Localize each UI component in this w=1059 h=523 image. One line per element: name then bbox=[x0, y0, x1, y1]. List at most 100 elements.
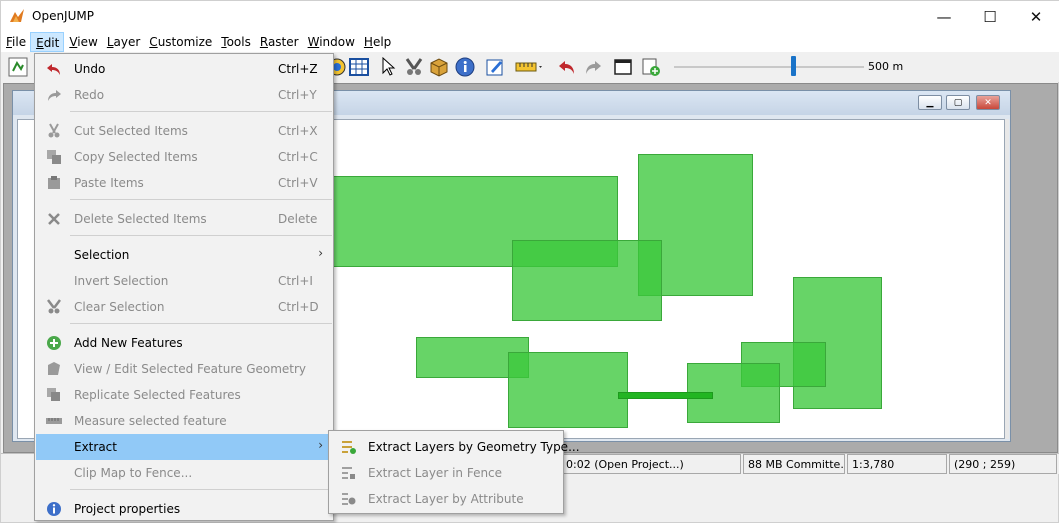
measure-ruler-icon[interactable] bbox=[515, 57, 545, 77]
menu-item-invert-selection[interactable]: Invert Selection Ctrl+I bbox=[36, 268, 333, 294]
edit-menu: Undo Ctrl+Z Redo Ctrl+Y Cut Selected Ite… bbox=[34, 53, 334, 521]
menu-separator bbox=[70, 111, 332, 112]
add-features-icon bbox=[46, 335, 62, 351]
cut-icon bbox=[46, 123, 62, 139]
paste-icon bbox=[46, 175, 62, 191]
menu-item-undo[interactable]: Undo Ctrl+Z bbox=[36, 56, 333, 82]
project-maximize-button[interactable]: ▢ bbox=[946, 95, 970, 110]
status-scale: 1:3,780 bbox=[847, 454, 947, 474]
menu-edit[interactable]: Edit bbox=[30, 32, 65, 52]
info-icon bbox=[46, 501, 62, 517]
menu-item-label: Add New Features bbox=[74, 336, 183, 350]
menu-item-label: Clear Selection bbox=[74, 300, 165, 314]
menu-view-label: iew bbox=[77, 35, 98, 49]
replicate-icon bbox=[46, 387, 62, 403]
menu-separator bbox=[70, 489, 332, 490]
menu-item-selection[interactable]: Selection › bbox=[36, 242, 333, 268]
menu-file[interactable]: File bbox=[1, 32, 30, 52]
menu-edit-mnemonic: E bbox=[36, 36, 44, 50]
menu-item-extract-by-geometry[interactable]: Extract Layers by Geometry Type... bbox=[330, 434, 580, 460]
extract-submenu: Extract Layers by Geometry Type... Extra… bbox=[328, 430, 580, 514]
menu-item-project-properties[interactable]: Project properties bbox=[36, 496, 333, 522]
menu-item-extract[interactable]: Extract › bbox=[36, 434, 333, 460]
close-button[interactable]: ✕ bbox=[1013, 1, 1059, 32]
menu-item-label: Project properties bbox=[74, 502, 181, 516]
menu-item-label: Redo bbox=[74, 88, 105, 102]
menu-view[interactable]: View bbox=[64, 32, 101, 52]
menu-separator bbox=[70, 323, 332, 324]
menu-item-add-new-features[interactable]: Add New Features bbox=[36, 330, 333, 356]
menu-item-extract-by-attribute[interactable]: Extract Layer by Attribute bbox=[330, 486, 563, 512]
menu-item-label: Extract Layers by Geometry Type... bbox=[368, 440, 580, 454]
menu-item-paste[interactable]: Paste Items Ctrl+V bbox=[36, 170, 333, 196]
menu-window-mnemonic: W bbox=[307, 35, 320, 49]
info-tool-icon[interactable] bbox=[455, 57, 475, 77]
menu-item-delete[interactable]: Delete Selected Items Delete bbox=[36, 206, 333, 232]
undo-icon bbox=[46, 61, 62, 77]
menu-item-extract-in-fence[interactable]: Extract Layer in Fence bbox=[330, 460, 563, 486]
menu-window[interactable]: Window bbox=[303, 32, 359, 52]
menu-item-view-edit-geometry[interactable]: View / Edit Selected Feature Geometry bbox=[36, 356, 333, 382]
menu-item-copy[interactable]: Copy Selected Items Ctrl+C bbox=[36, 144, 333, 170]
menu-layer[interactable]: Layer bbox=[102, 32, 144, 52]
map-feature-polygon[interactable] bbox=[512, 240, 662, 321]
redo-toolbar-icon[interactable] bbox=[583, 57, 603, 77]
menu-item-shortcut: Ctrl+V bbox=[278, 176, 318, 190]
menu-item-clip-map[interactable]: Clip Map to Fence... bbox=[36, 460, 333, 486]
title-bar: OpenJUMP — ☐ ✕ bbox=[1, 1, 1059, 32]
edit-note-icon[interactable] bbox=[485, 57, 505, 77]
menu-tools[interactable]: Tools bbox=[216, 32, 255, 52]
map-feature-line[interactable] bbox=[618, 392, 713, 399]
scale-slider-track[interactable] bbox=[674, 66, 864, 68]
maximize-button[interactable]: ☐ bbox=[967, 1, 1013, 32]
extract-attribute-icon bbox=[340, 491, 356, 507]
extract-geometry-icon bbox=[340, 439, 356, 455]
menu-raster-label: aster bbox=[267, 35, 299, 49]
map-canvas[interactable] bbox=[331, 119, 1005, 439]
package-icon[interactable] bbox=[429, 57, 449, 77]
menu-customize[interactable]: Customize bbox=[144, 32, 216, 52]
undo-toolbar-icon[interactable] bbox=[557, 57, 577, 77]
map-feature-polygon[interactable] bbox=[508, 352, 628, 428]
menu-layer-mnemonic: L bbox=[106, 35, 114, 49]
extract-fence-icon bbox=[340, 465, 356, 481]
new-project-icon[interactable] bbox=[8, 57, 28, 77]
project-minimize-button[interactable]: ▁ bbox=[918, 95, 942, 110]
menu-item-redo[interactable]: Redo Ctrl+Y bbox=[36, 82, 333, 108]
select-arrow-icon[interactable] bbox=[379, 57, 399, 77]
scale-slider-thumb[interactable] bbox=[791, 56, 796, 76]
menu-raster-mnemonic: R bbox=[259, 35, 268, 49]
menu-tools-label: ools bbox=[226, 35, 251, 49]
menu-window-label: indow bbox=[319, 35, 355, 49]
attribute-table-icon[interactable] bbox=[349, 57, 369, 77]
menu-item-label: Delete Selected Items bbox=[74, 212, 207, 226]
menu-item-label: Copy Selected Items bbox=[74, 150, 198, 164]
project-close-button[interactable]: ✕ bbox=[976, 95, 1000, 110]
menu-raster[interactable]: Raster bbox=[255, 32, 303, 52]
menu-customize-mnemonic: C bbox=[149, 35, 158, 49]
menu-item-cut[interactable]: Cut Selected Items Ctrl+X bbox=[36, 118, 333, 144]
menu-item-shortcut: Ctrl+I bbox=[278, 274, 313, 288]
menu-item-label: Paste Items bbox=[74, 176, 144, 190]
window-frame-icon[interactable] bbox=[613, 57, 633, 77]
menu-help-label: elp bbox=[372, 35, 392, 49]
add-wms-layer-icon[interactable] bbox=[641, 57, 661, 77]
menu-item-shortcut: Ctrl+D bbox=[278, 300, 319, 314]
window-title: OpenJUMP bbox=[32, 9, 94, 23]
measure-icon bbox=[46, 413, 62, 429]
scale-label: 500 m bbox=[868, 60, 904, 73]
cut-features-icon[interactable] bbox=[404, 57, 424, 77]
menu-layer-label: ayer bbox=[113, 35, 141, 49]
edit-geometry-icon bbox=[46, 361, 62, 377]
delete-icon bbox=[46, 211, 62, 227]
menu-item-shortcut: Ctrl+C bbox=[278, 150, 318, 164]
menu-help[interactable]: Help bbox=[359, 32, 395, 52]
minimize-button[interactable]: — bbox=[921, 1, 967, 32]
menu-item-clear-selection[interactable]: Clear Selection Ctrl+D bbox=[36, 294, 333, 320]
submenu-arrow-icon: › bbox=[318, 246, 323, 260]
menu-item-measure[interactable]: Measure selected feature bbox=[36, 408, 333, 434]
menu-item-replicate[interactable]: Replicate Selected Features bbox=[36, 382, 333, 408]
menu-separator bbox=[70, 199, 332, 200]
menu-edit-label: dit bbox=[43, 36, 60, 50]
map-scrollbar[interactable] bbox=[1005, 119, 1009, 439]
